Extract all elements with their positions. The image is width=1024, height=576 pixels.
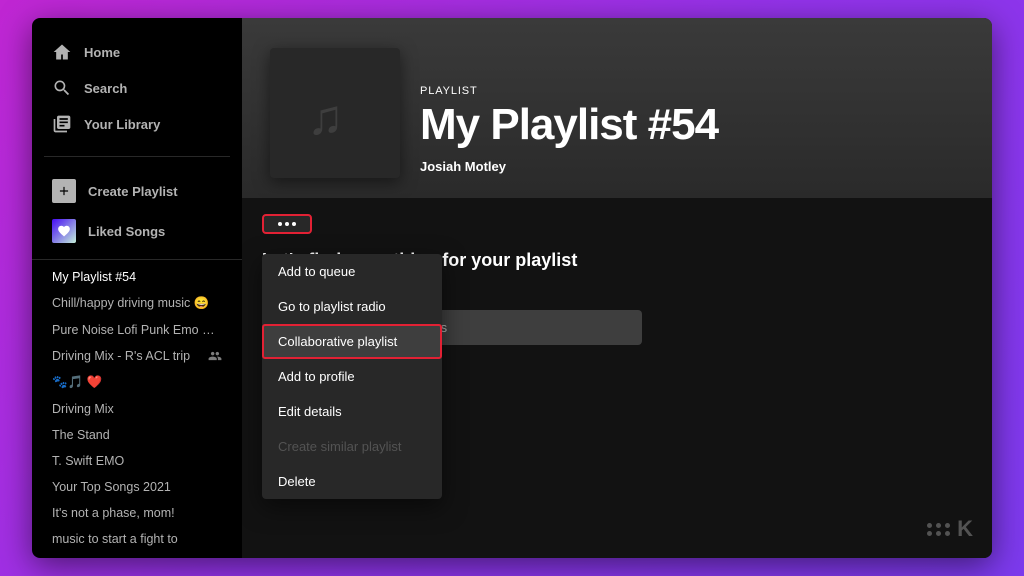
playlist-item[interactable]: Chill/happy driving music 😄	[32, 290, 242, 317]
liked-songs-label: Liked Songs	[88, 224, 165, 239]
playlist-title: My Playlist #54	[420, 101, 718, 149]
sidebar-playlists: My Playlist #54 Chill/happy driving musi…	[32, 259, 242, 558]
watermark-dot	[936, 523, 941, 528]
sidebar: Home Search Your Library	[32, 18, 242, 558]
context-menu-playlist-radio[interactable]: Go to playlist radio	[262, 289, 442, 324]
playlist-header: ♫ PLAYLIST My Playlist #54 Josiah Motley	[242, 18, 992, 198]
playlist-item[interactable]: sad man playlist	[32, 552, 242, 558]
playlist-item-text: music to start a fight to	[52, 532, 222, 546]
watermark-dot	[936, 531, 941, 536]
watermark: K	[927, 516, 972, 542]
context-menu-delete[interactable]: Delete	[262, 464, 442, 499]
sidebar-item-search[interactable]: Search	[40, 70, 234, 106]
watermark-dot	[927, 531, 932, 536]
sidebar-item-home[interactable]: Home	[40, 34, 234, 70]
liked-songs-button[interactable]: Liked Songs	[40, 211, 234, 251]
playlist-item-text: Chill/happy driving music 😄	[52, 296, 222, 311]
playlist-owner: Josiah Motley	[420, 159, 718, 174]
playlist-item[interactable]: Driving Mix - R's ACL trip	[32, 343, 242, 369]
watermark-dots	[927, 523, 951, 536]
context-menu-create-similar: Create similar playlist	[262, 429, 442, 464]
main-body: Add to queue Go to playlist radio Collab…	[242, 198, 992, 558]
main-content: ♫ PLAYLIST My Playlist #54 Josiah Motley…	[242, 18, 992, 558]
sidebar-actions: Create Playlist Liked Songs	[32, 163, 242, 259]
home-icon	[52, 42, 72, 62]
playlist-item[interactable]: Pure Noise Lofi Punk Emo Pop P...	[32, 317, 242, 343]
playlist-item-text: Pure Noise Lofi Punk Emo Pop P...	[52, 323, 222, 337]
create-playlist-button[interactable]: Create Playlist	[40, 171, 234, 211]
watermark-letter: K	[957, 516, 972, 542]
playlist-info: PLAYLIST My Playlist #54 Josiah Motley	[420, 85, 718, 178]
context-menu-add-profile[interactable]: Add to profile	[262, 359, 442, 394]
context-menu: Add to queue Go to playlist radio Collab…	[262, 254, 442, 499]
app-container: Home Search Your Library	[32, 18, 992, 558]
dot1	[278, 222, 282, 226]
playlist-item-text: It's not a phase, mom!	[52, 506, 222, 520]
playlist-item[interactable]: The Stand	[32, 422, 242, 448]
dot2	[285, 222, 289, 226]
playlist-item-text: Driving Mix - R's ACL trip	[52, 349, 204, 363]
music-note-icon: ♫	[300, 78, 370, 148]
playlist-item[interactable]: Driving Mix	[32, 396, 242, 422]
playlist-item[interactable]: music to start a fight to	[32, 526, 242, 552]
sidebar-divider	[44, 156, 230, 157]
playlist-item-text: Driving Mix	[52, 402, 222, 416]
search-icon	[52, 78, 72, 98]
more-options-button[interactable]	[262, 214, 312, 234]
watermark-dot	[927, 523, 932, 528]
playlist-item-text: The Stand	[52, 428, 222, 442]
watermark-dot	[945, 523, 950, 528]
context-menu-collaborative[interactable]: Collaborative playlist	[262, 324, 442, 359]
playlist-art: ♫	[270, 48, 400, 178]
playlist-item-text: 🐾🎵 ❤️	[52, 375, 222, 390]
playlist-type-label: PLAYLIST	[420, 85, 718, 97]
playlist-item-text: T. Swift EMO	[52, 454, 222, 468]
liked-songs-icon	[52, 219, 76, 243]
create-playlist-label: Create Playlist	[88, 184, 178, 199]
svg-text:♫: ♫	[307, 90, 344, 145]
toolbar: Add to queue Go to playlist radio Collab…	[262, 214, 972, 234]
create-playlist-icon	[52, 179, 76, 203]
playlist-item[interactable]: 🐾🎵 ❤️	[32, 369, 242, 396]
context-menu-edit-details[interactable]: Edit details	[262, 394, 442, 429]
playlist-item[interactable]: It's not a phase, mom!	[32, 500, 242, 526]
playlist-item[interactable]: T. Swift EMO	[32, 448, 242, 474]
search-label: Search	[84, 81, 127, 96]
sidebar-nav: Home Search Your Library	[32, 18, 242, 150]
playlist-item-text: My Playlist #54	[52, 270, 222, 284]
watermark-dot	[945, 531, 950, 536]
library-label: Your Library	[84, 117, 160, 132]
collab-icon	[208, 349, 222, 363]
playlist-item-text: Your Top Songs 2021	[52, 480, 222, 494]
sidebar-item-library[interactable]: Your Library	[40, 106, 234, 142]
home-label: Home	[84, 45, 120, 60]
dot3	[292, 222, 296, 226]
playlist-item[interactable]: Your Top Songs 2021	[32, 474, 242, 500]
playlist-item[interactable]: My Playlist #54	[32, 264, 242, 290]
library-icon	[52, 114, 72, 134]
context-menu-add-queue[interactable]: Add to queue	[262, 254, 442, 289]
